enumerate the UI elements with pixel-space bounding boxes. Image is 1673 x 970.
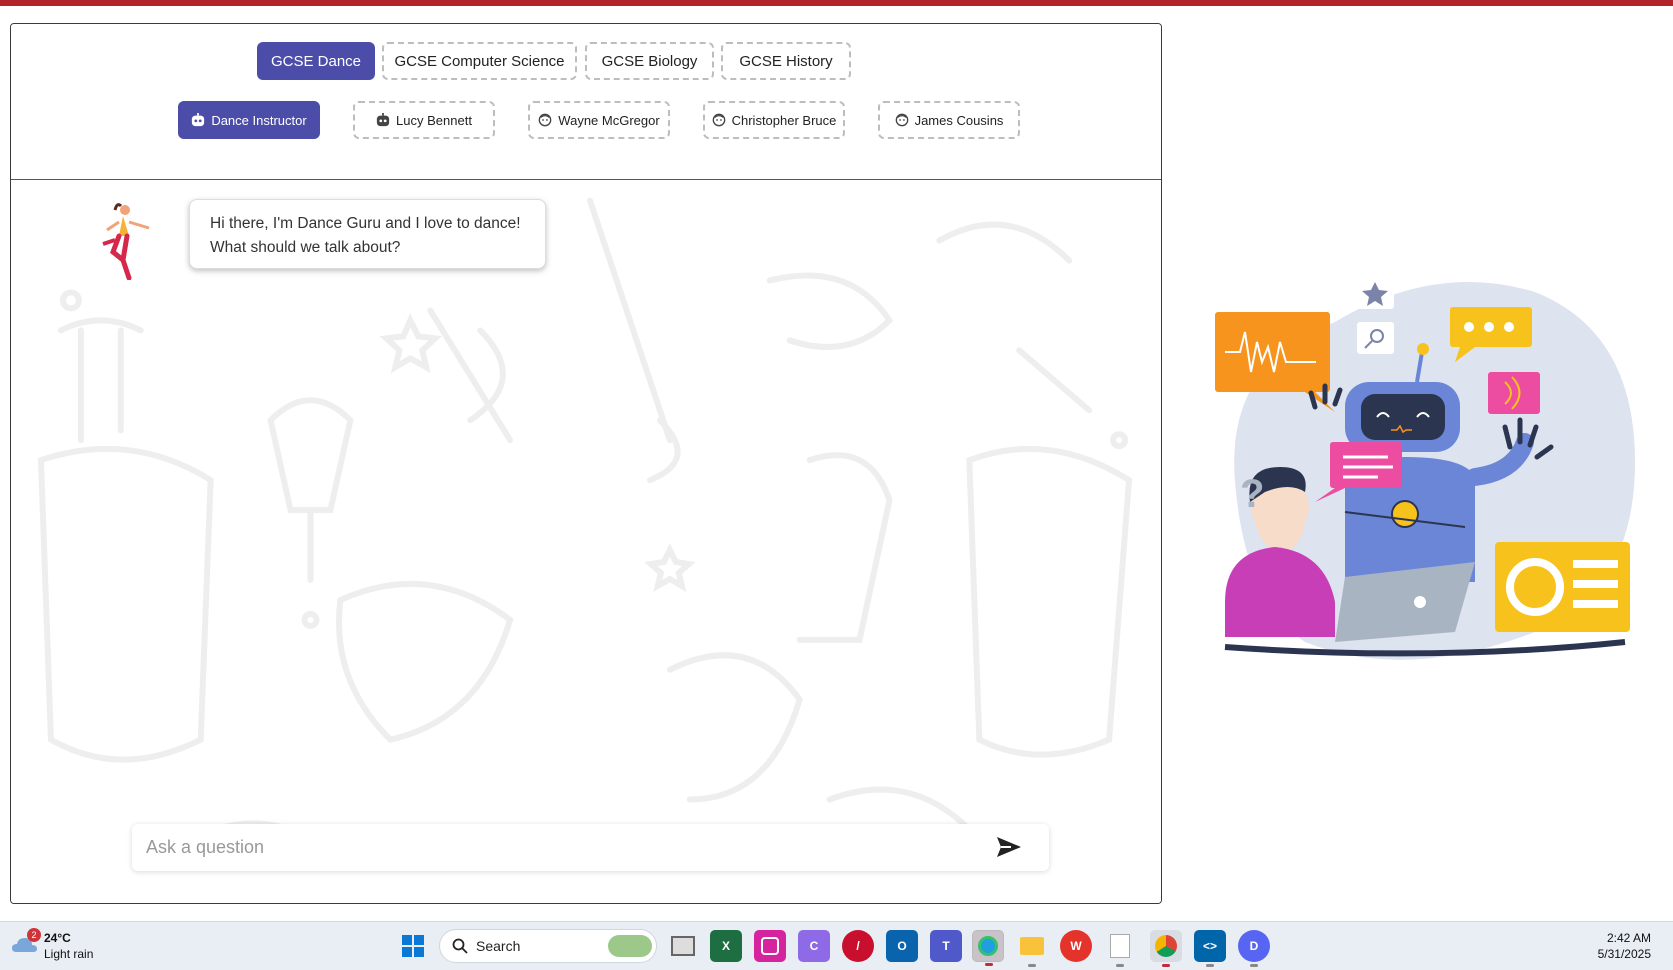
task-view-icon[interactable] [667,930,699,962]
teams-icon[interactable]: T [930,930,962,962]
person-face-icon [712,113,725,127]
chrome-icon[interactable] [1150,930,1182,967]
discord-icon[interactable]: D [1238,930,1270,967]
subject-tab-computer-science[interactable]: GCSE Computer Science [382,42,577,80]
chat-app: GCSE Dance GCSE Computer Science GCSE Bi… [10,23,1162,904]
instagram-icon[interactable] [754,930,786,962]
search-highlight-image [608,935,652,957]
send-icon[interactable] [995,835,1023,859]
file-explorer-icon[interactable] [1016,930,1048,967]
browser-top-bar [0,0,1673,6]
wps-office-icon[interactable]: W [1060,930,1092,962]
robot-face-icon [192,113,205,127]
weather-widget[interactable]: 2 24°C Light rain [10,928,130,964]
subject-tab-dance[interactable]: GCSE Dance [257,42,375,80]
persona-dance-instructor[interactable]: Dance Instructor [178,101,320,139]
clock-time: 2:42 AM [1606,931,1651,945]
persona-label: Dance Instructor [211,112,307,128]
persona-label: Christopher Bruce [731,112,837,128]
system-clock[interactable]: 2:42 AM 5/31/2025 [1598,930,1651,962]
doodle-background [37,197,1133,863]
persona-wayne-mcgregor[interactable]: Wayne McGregor [528,101,670,139]
weather-condition: Light rain [44,947,94,961]
taskbar: 2 24°C Light rain Search X C / O T W <> … [0,921,1673,970]
app-header: GCSE Dance GCSE Computer Science GCSE Bi… [11,24,1161,180]
excel-icon[interactable]: X [710,930,742,962]
outlook-icon[interactable]: O [886,930,918,962]
search-label: Search [476,938,521,954]
persona-label: Lucy Bennett [396,112,472,128]
persona-james-cousins[interactable]: James Cousins [878,101,1020,139]
persona-label: James Cousins [914,112,1004,128]
vscode-icon[interactable]: <> [1194,930,1226,967]
chat-area: Hi there, I'm Dance Guru and I love to d… [11,180,1161,903]
copilot-icon[interactable]: C [798,930,830,962]
persona-lucy-bennett[interactable]: Lucy Bennett [353,101,495,139]
persona-christopher-bruce[interactable]: Christopher Bruce [703,101,845,139]
subject-tab-history[interactable]: GCSE History [721,42,851,80]
persona-label: Wayne McGregor [558,112,660,128]
message-line: Hi there, I'm Dance Guru and I love to d… [210,215,521,232]
cricket-icon[interactable]: / [842,930,874,962]
person-face-icon [895,113,908,127]
weather-temp: 24°C [44,931,71,945]
windows-start-icon[interactable] [397,930,429,962]
search-icon [452,938,468,954]
message-line: What should we talk about? [210,239,401,256]
question-input-box [132,824,1049,871]
weather-badge: 2 [27,928,41,942]
question-input[interactable] [132,824,972,871]
file-icon[interactable] [1104,930,1136,967]
clock-date: 5/31/2025 [1597,947,1651,961]
robot-face-icon [376,113,390,127]
subject-tab-biology[interactable]: GCSE Biology [585,42,714,80]
dancer-avatar [102,203,150,280]
edge-icon[interactable] [972,930,1004,966]
person-face-icon [538,113,552,127]
taskbar-search[interactable]: Search [439,929,657,963]
bot-message-bubble: Hi there, I'm Dance Guru and I love to d… [189,199,546,269]
chatbot-illustration: ? [1215,277,1635,660]
svg-text:?: ? [1240,472,1264,516]
